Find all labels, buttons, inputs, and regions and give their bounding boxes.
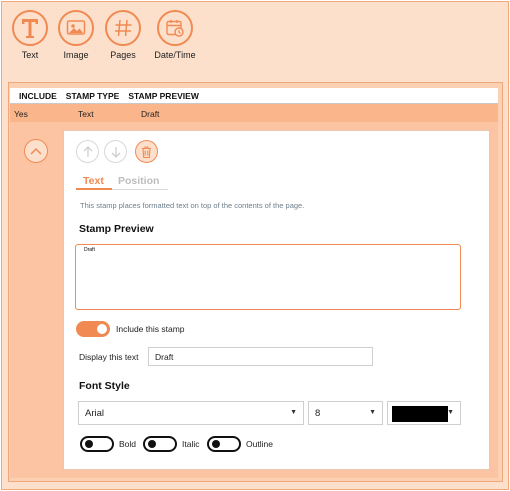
font-size-value: 8 (315, 408, 321, 419)
collapse-row-button[interactable] (24, 139, 48, 163)
column-header-stamp-type[interactable]: STAMP TYPE (66, 91, 120, 101)
calendar-clock-icon (157, 10, 193, 46)
stamp-preview-text: Draft (84, 247, 95, 253)
row-include-cell: Yes (14, 109, 28, 119)
dropdown-arrow-icon: ▼ (369, 409, 376, 416)
stamp-preview-heading: Stamp Preview (79, 223, 154, 235)
display-text-input[interactable] (148, 347, 373, 366)
add-pages-stamp-button[interactable]: Pages (99, 10, 147, 60)
italic-label: Italic (182, 439, 200, 449)
active-tab-indicator (76, 188, 112, 190)
tab-text[interactable]: Text (83, 175, 104, 187)
add-text-stamp-button[interactable]: Text (6, 10, 54, 60)
text-T-icon (12, 10, 48, 46)
stamp-preview-box: Draft (75, 244, 461, 310)
italic-toggle[interactable] (143, 436, 177, 452)
font-color-swatch (392, 406, 448, 422)
move-down-button[interactable] (104, 140, 127, 163)
bold-toggle[interactable] (80, 436, 114, 452)
font-family-value: Arial (85, 408, 105, 419)
hash-icon (105, 10, 141, 46)
arrow-up-icon (83, 145, 92, 157)
include-stamp-toggle[interactable] (76, 321, 110, 337)
display-text-label: Display this text (79, 352, 139, 362)
add-image-stamp-button[interactable]: Image (52, 10, 100, 60)
tab-position[interactable]: Position (118, 175, 159, 187)
outline-label: Outline (246, 439, 273, 449)
column-header-include[interactable]: INCLUDE (19, 91, 57, 101)
pages-tool-label: Pages (110, 50, 136, 60)
datetime-tool-label: Date/Time (154, 50, 196, 60)
table-row[interactable]: Yes Text Draft (10, 104, 498, 122)
column-header-stamp-preview[interactable]: STAMP PREVIEW (128, 91, 199, 101)
dropdown-arrow-icon: ▼ (290, 409, 297, 416)
trash-icon (142, 145, 151, 158)
dropdown-arrow-icon: ▼ (447, 409, 454, 416)
image-tool-label: Image (63, 50, 89, 60)
font-family-select[interactable]: Arial ▼ (78, 401, 304, 425)
add-datetime-stamp-button[interactable]: Date/Time (151, 10, 199, 60)
row-preview-cell: Draft (141, 109, 160, 119)
stamp-description: This stamp places formatted text on top … (80, 201, 305, 210)
chevron-up-icon (30, 147, 42, 155)
outline-toggle[interactable] (207, 436, 241, 452)
delete-stamp-button[interactable] (135, 140, 158, 163)
text-tool-label: Text (21, 50, 39, 60)
arrow-down-icon (111, 146, 120, 158)
table-header: INCLUDE STAMP TYPE STAMP PREVIEW (10, 88, 498, 104)
font-color-select[interactable]: ▼ (387, 401, 461, 425)
include-stamp-label: Include this stamp (116, 324, 185, 334)
font-style-heading: Font Style (79, 380, 130, 392)
image-icon (58, 10, 94, 46)
bold-label: Bold (119, 439, 137, 449)
row-type-cell: Text (78, 109, 94, 119)
font-size-select[interactable]: 8 ▼ (308, 401, 383, 425)
move-up-button[interactable] (76, 140, 99, 163)
